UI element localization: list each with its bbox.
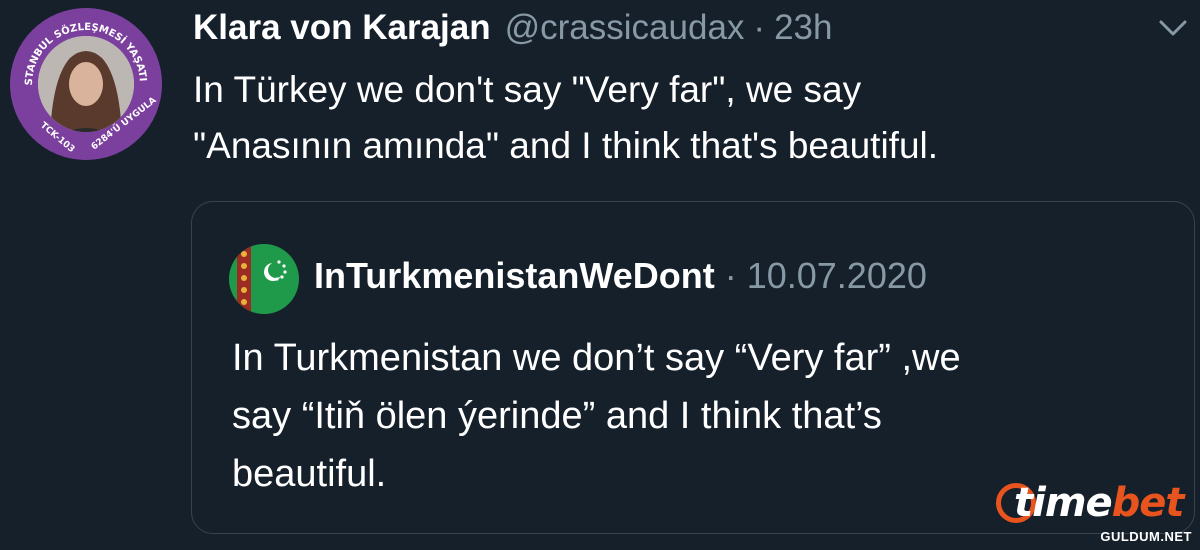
quoted-tweet-text: In Turkmenistan we don’t say “Very far” …: [232, 329, 1172, 503]
watermark-site: GULDUM.NET: [1100, 529, 1192, 544]
user-handle[interactable]: @crassicaudax: [505, 8, 745, 48]
tweet-text-line: "Anasının amında" and I think that's bea…: [193, 125, 939, 166]
avatar[interactable]: İSTANBUL SÖZLEŞMESİ YAŞATIR TCK-103 6284…: [10, 8, 162, 160]
logo-time-text: time: [1014, 480, 1113, 526]
chevron-down-icon: [1159, 20, 1187, 36]
tweet-text-line: In Türkey we don't say "Very far", we sa…: [193, 69, 862, 110]
tweet-timestamp[interactable]: 23h: [774, 8, 832, 48]
quoted-avatar[interactable]: [229, 244, 299, 314]
timebet-logo: time bet: [996, 478, 1185, 528]
turkmenistan-flag-icon: [229, 244, 299, 314]
tweet-menu-button[interactable]: [1150, 8, 1196, 48]
separator-dot: ·: [724, 255, 737, 296]
display-name[interactable]: Klara von Karajan: [193, 8, 491, 48]
logo-bet-text: bet: [1111, 480, 1185, 526]
separator-dot: ·: [753, 8, 766, 47]
quoted-tweet-header: InTurkmenistanWeDont · 10.07.2020: [314, 252, 927, 300]
watermark: time bet GULDUM.NET: [996, 478, 1196, 548]
tweet-text: In Türkey we don't say "Very far", we sa…: [193, 62, 1183, 174]
quoted-tweet-date[interactable]: 10.07.2020: [747, 255, 927, 297]
quoted-text-line: say “Itiň ölen ýerinde” and I think that…: [232, 395, 882, 437]
avatar-image: İSTANBUL SÖZLEŞMESİ YAŞATIR TCK-103 6284…: [10, 8, 162, 160]
quoted-display-name[interactable]: InTurkmenistanWeDont: [314, 255, 715, 297]
tweet-header: Klara von Karajan @crassicaudax · 23h: [193, 8, 832, 48]
quoted-text-line: In Turkmenistan we don’t say “Very far” …: [232, 337, 961, 379]
